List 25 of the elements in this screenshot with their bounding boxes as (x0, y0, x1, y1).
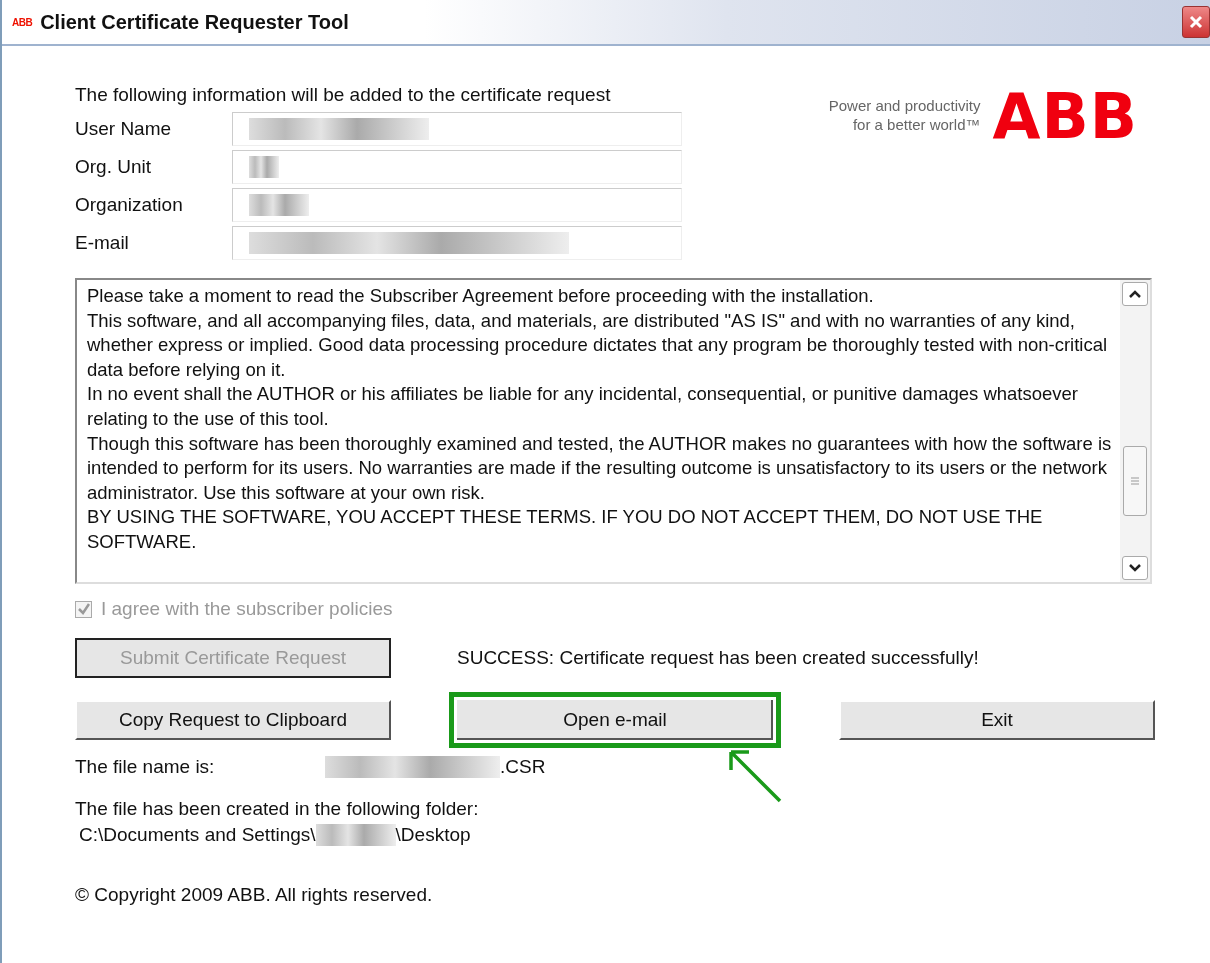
file-name-label: The file name is: (75, 756, 216, 778)
action-button[interactable]: Open e-mail (449, 692, 781, 748)
folder-path: C:\Documents and Settings\ (79, 824, 316, 846)
agreement-paragraph: Please take a moment to read the Subscriber Agreement before proceeding with the installation. (87, 284, 875, 308)
action-button[interactable]: Copy Request to Clipboard (75, 700, 391, 740)
intro-text: The following information will be added to the certificate request (75, 84, 612, 106)
status-message: SUCCESS: Certificate request has been created successfully! (457, 647, 979, 669)
field-label: E-mail (75, 232, 130, 254)
field-label: Org. Unit (75, 156, 153, 178)
agreement-paragraph: This software, and all accompanying files, data, and materials, are distributed "AS IS" and with no warranties of any kind, whether express or implied. Good data processing procedure dictates that any program be thoroughly tested with non-critical data before relying on it. (87, 308, 1109, 382)
brand-tagline: Power and productivity for a better world™ (828, 96, 981, 134)
title-logo: ABB (12, 16, 33, 28)
folder-label: The file has been created in the following folder: (75, 798, 479, 820)
folder-path: \Desktop (395, 824, 471, 846)
action-button[interactable]: Exit (839, 700, 1155, 740)
agreement-paragraph: Though this software has been thoroughly examined and tested, the AUTHOR makes no guarantees with how the software is intended to perform for its users. No warranties are made if the resulting outcome is unsatisfactory to its users or the network administrator. Use this software at your own risk. (87, 431, 1112, 505)
agreement-paragraph: BY USING THE SOFTWARE, YOU ACCEPT THESE TERMS. IF YOU DO NOT ACCEPT THEM, DO NOT USE THE SOFTWARE. (87, 505, 1044, 554)
agreement-paragraph: In no event shall the AUTHOR or his affiliates be liable for any incidental, consequential, or punitive damages whatsoever relating to the use of this tool. (87, 382, 1079, 431)
copyright-text: © Copyright 2009 ABB. All rights reserved. (75, 884, 433, 906)
checkbox-label: I agree with the subscriber policies (101, 598, 393, 620)
field-label: User Name (75, 118, 173, 140)
window-title: Client Certificate Requester Tool (40, 10, 350, 34)
brand-logo: ABB (992, 92, 1138, 142)
field-label: Organization (75, 194, 184, 216)
file-extension: .CSR (500, 756, 546, 778)
